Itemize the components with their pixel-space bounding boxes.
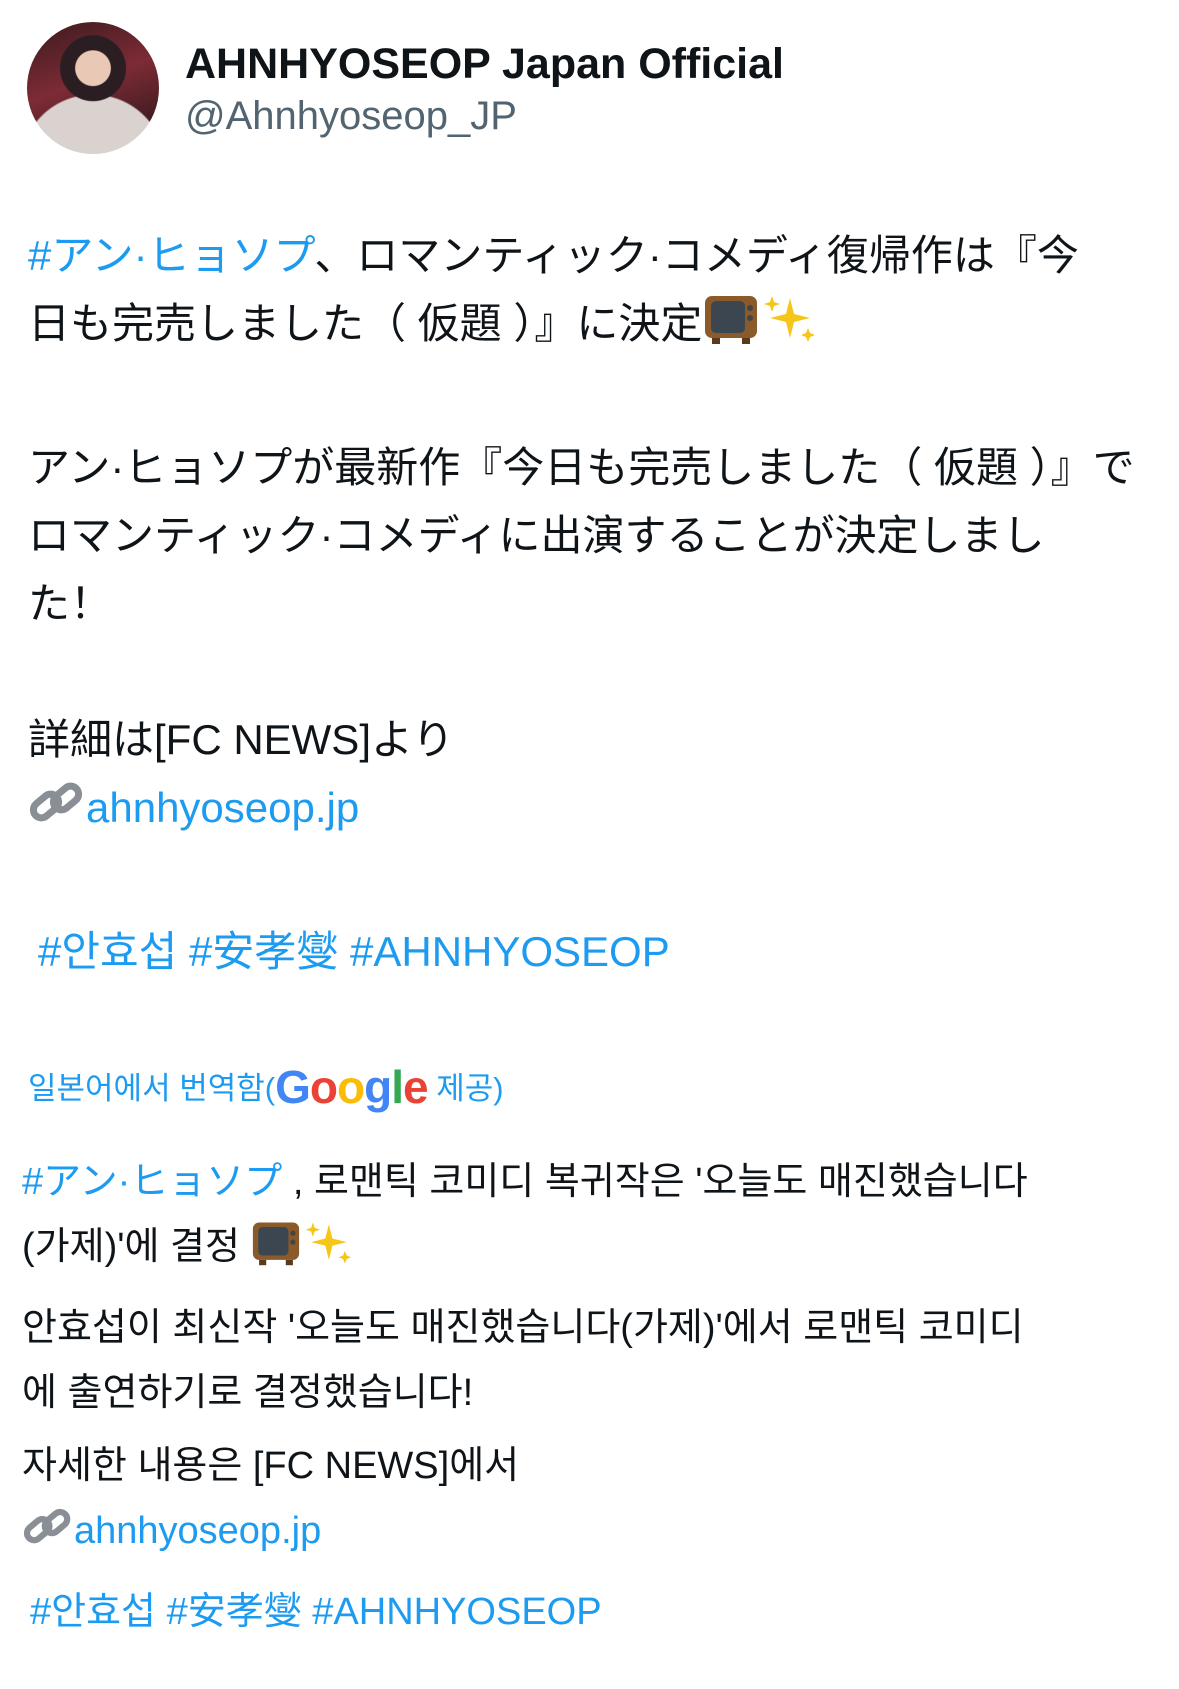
hashtag-link[interactable]: #安孝燮 [189,928,338,975]
body-text: 、ロマンティック·コメディ復帰作は『今 [314,232,1079,279]
translation-prefix: 일본어에서 번역함( [28,1071,276,1106]
sparkles-icon [302,1219,354,1288]
body-text: 안효섭이 최신작 '오늘도 매진했습니다(가제)'에서 로맨틱 코미디 [22,1307,1024,1349]
external-link[interactable]: ahnhyoseop.jp [86,784,359,831]
hashtag-link[interactable]: #안효섭 [38,928,177,975]
avatar[interactable] [27,22,159,154]
body-text: た！ [28,580,113,627]
body-text: 에 출연하기로 결정했습니다! [22,1372,474,1414]
body-text: 日も完売しました（ 仮題 ）』に決定 [28,300,703,347]
paragraph-announcement: #アン·ヒョソプ、ロマンティック·コメディ復帰作は『今 日も完売しました（ 仮題… [28,222,1148,366]
body-text: 詳細は[FC NEWS]より [28,716,455,763]
hashtag-link[interactable]: #安孝燮 [167,1591,302,1633]
body-text: ロマンティック·コメディに出演することが決定しまし [28,512,1045,559]
external-link[interactable]: ahnhyoseop.jp [74,1510,321,1552]
paragraph-announcement-translated: #アン·ヒョソプ , 로맨틱 코미디 복귀작은 '오늘도 매진했습니다 (가제)… [22,1150,1152,1288]
translation-attribution[interactable]: 일본어에서 번역함(Google 제공) [28,1060,504,1114]
hashtag-link[interactable]: #AHNHYOSEOP [312,1591,601,1633]
hashtag-link[interactable]: #안효섭 [30,1591,156,1633]
paragraph-hashtags-translated: #안효섭 #安孝燮 #AHNHYOSEOP [22,1580,1152,1645]
google-logo: Google [275,1061,428,1113]
paragraph-link-translated: 자세한 내용은 [FC NEWS]에서 ahnhyoseop.jp [22,1434,1152,1572]
body-text: , 로맨틱 코미디 복귀작은 '오늘도 매진했습니다 [282,1161,1028,1203]
tweet-body-original: #アン·ヒョソプ、ロマンティック·コメディ復帰作は『今 日も完売しました（ 仮題… [28,222,1148,986]
author-handle[interactable]: @Ahnhyoseop_JP [185,94,517,139]
link-icon [22,1503,74,1572]
tweet-body-translated: #アン·ヒョソプ , 로맨틱 코미디 복귀작은 '오늘도 매진했습니다 (가제)… [22,1150,1152,1645]
paragraph-hashtags: #안효섭 #安孝燮 #AHNHYOSEOP [28,918,1148,986]
hashtag-link[interactable]: #AHNHYOSEOP [350,928,670,975]
tv-icon [702,292,760,366]
hashtag-link[interactable]: #アン·ヒョソプ [22,1161,282,1203]
link-icon [28,776,86,850]
tweet-header: AHNHYOSEOP Japan Official @Ahnhyoseop_JP [27,22,1157,154]
tv-icon [250,1219,302,1288]
paragraph-detail-translated: 안효섭이 최신작 '오늘도 매진했습니다(가제)'에서 로맨틱 코미디 에 출연… [22,1296,1152,1426]
body-text: アン·ヒョソプが最新作『今日も完売しました（ 仮題 ）』で [28,444,1135,491]
hashtag-link[interactable]: #アン·ヒョソプ [28,232,314,279]
author-display-name[interactable]: AHNHYOSEOP Japan Official [185,40,784,89]
body-text: 자세한 내용은 [FC NEWS]에서 [22,1445,520,1487]
paragraph-detail: アン·ヒョソプが最新作『今日も完売しました（ 仮題 ）』で ロマンティック·コメ… [28,434,1148,638]
body-text: (가제)'에 결정 [22,1226,251,1268]
sparkles-icon [760,292,818,366]
translation-suffix: 제공) [427,1071,504,1106]
paragraph-link: 詳細は[FC NEWS]より ahnhyoseop.jp [28,706,1148,850]
